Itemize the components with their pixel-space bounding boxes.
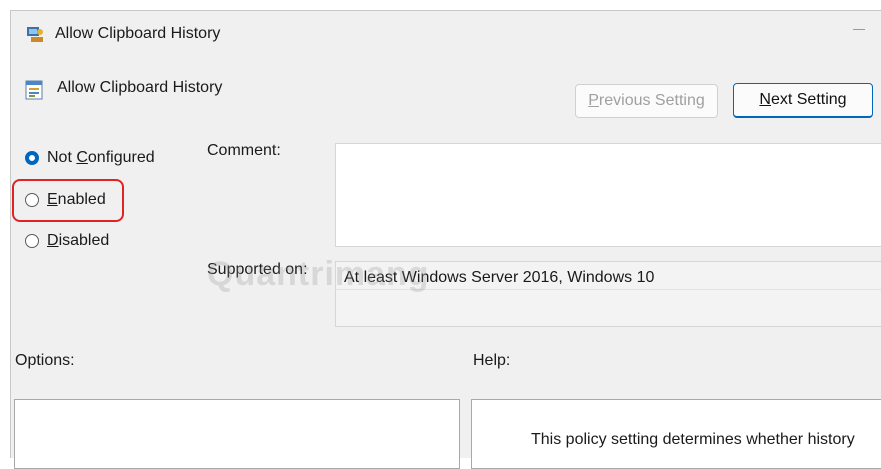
policy-setting-icon bbox=[25, 80, 43, 100]
radio-button[interactable] bbox=[25, 234, 39, 248]
options-label: Options: bbox=[15, 352, 75, 369]
window-title: Allow Clipboard History bbox=[55, 25, 221, 42]
policy-dialog: Allow Clipboard History Allow Clipboard … bbox=[10, 10, 881, 469]
previous-setting-button[interactable]: Previous Setting bbox=[575, 84, 718, 118]
radio-label-not-configured: Not Configured bbox=[47, 149, 155, 166]
radio-label-enabled: Enabled bbox=[47, 191, 106, 208]
radio-not-configured[interactable]: Not Configured bbox=[25, 149, 155, 167]
help-label: Help: bbox=[473, 352, 511, 369]
radio-disabled[interactable]: Disabled bbox=[25, 232, 109, 250]
minimize-icon[interactable] bbox=[853, 29, 865, 30]
supported-on-divider bbox=[335, 289, 881, 290]
radio-label-disabled: Disabled bbox=[47, 232, 110, 249]
comment-label: Comment: bbox=[207, 142, 281, 159]
radio-button[interactable] bbox=[25, 193, 39, 207]
options-panel[interactable] bbox=[14, 399, 460, 469]
supported-on-value: At least Windows Server 2016, Windows 10 bbox=[344, 269, 655, 286]
comment-textarea[interactable] bbox=[335, 143, 881, 247]
next-setting-button[interactable]: Next Setting bbox=[733, 83, 873, 118]
radio-button-checked[interactable] bbox=[25, 151, 39, 165]
supported-on-label: Supported on: bbox=[207, 261, 308, 278]
group-policy-icon bbox=[25, 25, 45, 43]
radio-enabled[interactable]: Enabled bbox=[25, 191, 106, 209]
help-panel[interactable]: This policy setting determines whether h… bbox=[471, 399, 881, 469]
help-text: This policy setting determines whether h… bbox=[531, 431, 855, 448]
title-bar: Allow Clipboard History bbox=[11, 11, 881, 57]
policy-name: Allow Clipboard History bbox=[57, 79, 223, 96]
